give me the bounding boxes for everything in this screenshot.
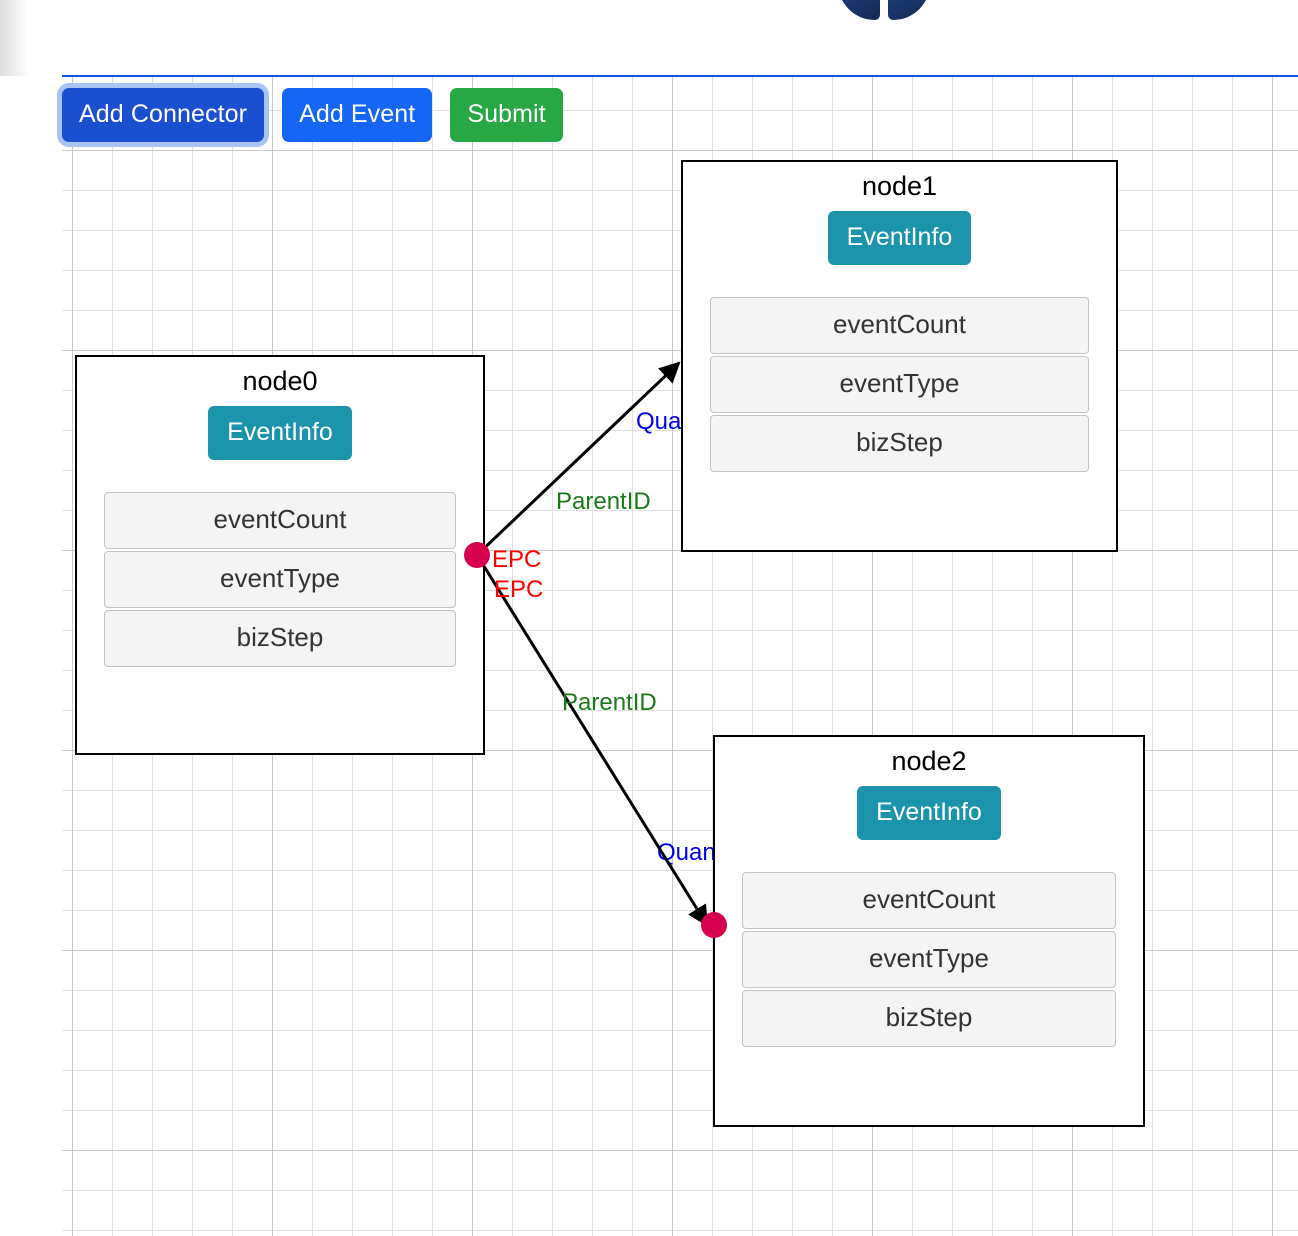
eventinfo-button[interactable]: EventInfo — [208, 405, 352, 460]
node-field-list: eventCount eventType bizStep — [77, 491, 483, 667]
node-title: node0 — [242, 366, 318, 396]
node-field-bizstep[interactable]: bizStep — [710, 414, 1089, 472]
node-node2[interactable]: node2 EventInfo eventCount eventType biz… — [713, 735, 1145, 1127]
connector-label-parentid[interactable]: ParentID — [556, 490, 651, 514]
add-connector-button[interactable]: Add Connector — [62, 88, 265, 142]
connector-label-epc[interactable]: EPC — [492, 548, 541, 572]
eventinfo-button[interactable]: EventInfo — [827, 210, 972, 265]
header-left-shadow — [0, 0, 30, 76]
brand-logo-left-leaf — [838, 0, 880, 20]
eventinfo-button[interactable]: EventInfo — [857, 785, 1001, 840]
node-field-list: eventCount eventType bizStep — [715, 871, 1143, 1047]
node-field-bizstep[interactable]: bizStep — [104, 609, 456, 667]
app-header — [0, 0, 1298, 76]
brand-logo-icon — [838, 0, 930, 20]
toolbar: Add Connector Add Event Submit — [62, 88, 563, 146]
node-field-eventcount[interactable]: eventCount — [742, 871, 1116, 929]
node-title: node1 — [861, 171, 938, 201]
node-field-eventtype[interactable]: eventType — [104, 550, 456, 608]
node-field-eventcount[interactable]: eventCount — [710, 296, 1089, 354]
connector-label-parentid[interactable]: ParentID — [562, 691, 657, 715]
submit-button[interactable]: Submit — [450, 88, 563, 142]
brand-logo-right-leaf — [888, 0, 930, 20]
add-event-button[interactable]: Add Event — [282, 88, 433, 142]
node-field-eventtype[interactable]: eventType — [742, 930, 1116, 988]
node-field-eventcount[interactable]: eventCount — [104, 491, 456, 549]
node-node1[interactable]: node1 EventInfo eventCount eventType biz… — [681, 160, 1118, 552]
header-sheet — [28, 0, 1298, 76]
node-field-bizstep[interactable]: bizStep — [742, 989, 1116, 1047]
node-field-list: eventCount eventType bizStep — [683, 296, 1116, 472]
connector-label-epc[interactable]: EPC — [494, 578, 543, 602]
node-title: node2 — [891, 746, 967, 776]
node-field-eventtype[interactable]: eventType — [710, 355, 1089, 413]
connector-target-endpoint-node2[interactable] — [701, 912, 727, 938]
connector-source-endpoint[interactable] — [464, 542, 490, 568]
node-node0[interactable]: node0 EventInfo eventCount eventType biz… — [75, 355, 485, 755]
